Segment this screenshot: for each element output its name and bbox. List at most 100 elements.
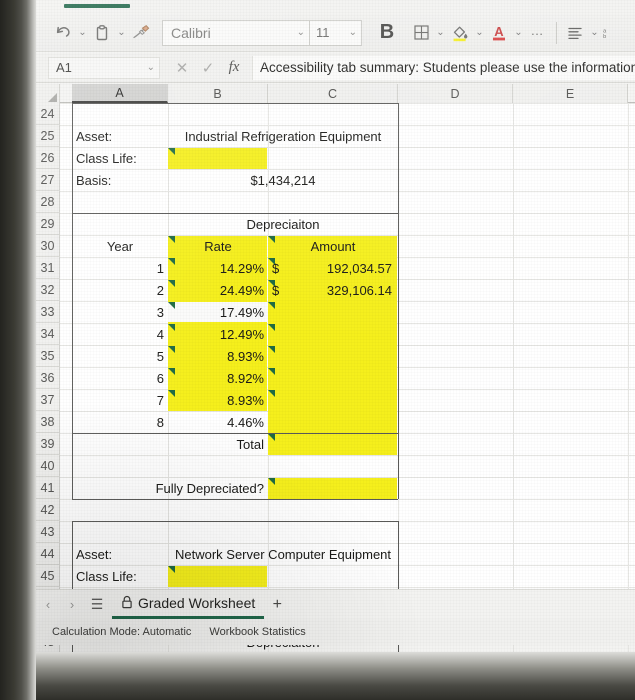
cell-b-35[interactable]: 8.93% — [168, 345, 268, 367]
row-header-34[interactable]: 34 — [36, 323, 60, 345]
comment-marker-amount[interactable] — [268, 302, 275, 309]
comment-marker-amount[interactable] — [268, 390, 275, 397]
column-header-b[interactable]: B — [168, 84, 268, 103]
cell-c2-32[interactable]: 329,106.14 — [286, 279, 396, 301]
undo-icon[interactable] — [50, 19, 76, 47]
cell-a-37[interactable]: 7 — [72, 389, 168, 411]
cell-b-27[interactable]: $1,434,214 — [168, 169, 398, 191]
row-header-43[interactable]: 43 — [36, 521, 60, 543]
cell-ab-41[interactable]: Fully Depreciated? — [72, 477, 268, 499]
cell-a-38[interactable]: 8 — [72, 411, 168, 433]
chevron-right-icon[interactable]: › — [60, 593, 84, 617]
comment-marker-amount[interactable] — [268, 368, 275, 375]
input-cell-fully-depreciated[interactable] — [268, 478, 397, 499]
row-header-33[interactable]: 33 — [36, 301, 60, 323]
font-color-dropdown-chevron[interactable]: ⌄ — [512, 19, 525, 47]
row-header-40[interactable]: 40 — [36, 455, 60, 477]
row-header-41[interactable]: 41 — [36, 477, 60, 499]
cell-a-26[interactable]: Class Life: — [72, 147, 168, 169]
sheet-tab-graded-worksheet[interactable]: Graded Worksheet — [112, 591, 265, 619]
wrap-text-icon[interactable]: ab — [601, 23, 615, 43]
row-header-27[interactable]: 27 — [36, 169, 60, 191]
column-header-e[interactable]: E — [513, 84, 628, 103]
align-dropdown-chevron[interactable]: ⌄ — [588, 19, 601, 47]
column-header-a[interactable]: A — [72, 84, 168, 103]
column-header-d[interactable]: D — [398, 84, 513, 103]
borders-grid-icon[interactable] — [408, 19, 434, 47]
cell-a-32[interactable]: 2 — [72, 279, 168, 301]
clipboard-paste-icon[interactable] — [89, 19, 115, 47]
row-header-31[interactable]: 31 — [36, 257, 60, 279]
cell-a-33[interactable]: 3 — [72, 301, 168, 323]
cell-b-38[interactable]: 4.46% — [168, 411, 268, 433]
cell-b-32[interactable]: 24.49% — [168, 279, 268, 301]
comment-marker-amount[interactable] — [268, 346, 275, 353]
input-cell-class-life-1[interactable] — [168, 148, 267, 169]
row-header-38[interactable]: 38 — [36, 411, 60, 433]
cell-a-30[interactable]: Year — [72, 235, 168, 257]
cell-b-37[interactable]: 8.93% — [168, 389, 268, 411]
cell-b-25[interactable]: Industrial Refrigeration Equipment — [168, 125, 398, 147]
input-cell-total[interactable] — [268, 434, 397, 455]
fill-color-bucket-icon[interactable] — [447, 19, 473, 47]
comment-marker-fully-depreciated[interactable] — [268, 478, 275, 485]
add-sheet-button[interactable]: + — [264, 593, 290, 617]
cell-a-35[interactable]: 5 — [72, 345, 168, 367]
row-header-30[interactable]: 30 — [36, 235, 60, 257]
cell-a-45[interactable]: Class Life: — [72, 565, 168, 587]
sheet-list-icon[interactable]: ☰ — [84, 593, 110, 617]
cell-b-36[interactable]: 8.92% — [168, 367, 268, 389]
cell-b-31[interactable]: 14.29% — [168, 257, 268, 279]
row-header-42[interactable]: 42 — [36, 499, 60, 521]
fill-color-dropdown-chevron[interactable]: ⌄ — [473, 19, 486, 47]
row-header-32[interactable]: 32 — [36, 279, 60, 301]
cell-b-30[interactable]: Rate — [168, 235, 268, 257]
cell-a-34[interactable]: 4 — [72, 323, 168, 345]
row-header-25[interactable]: 25 — [36, 125, 60, 147]
comment-marker-class-life-1[interactable] — [168, 148, 175, 155]
workbook-statistics-status[interactable]: Workbook Statistics — [209, 626, 305, 638]
select-all-corner[interactable] — [36, 84, 60, 103]
undo-dropdown-chevron[interactable]: ⌄ — [76, 19, 89, 47]
cell-a-27[interactable]: Basis: — [72, 169, 168, 191]
cell-a-36[interactable]: 6 — [72, 367, 168, 389]
row-header-37[interactable]: 37 — [36, 389, 60, 411]
cell-b-39[interactable]: Total — [168, 433, 268, 455]
row-header-29[interactable]: 29 — [36, 213, 60, 235]
row-header-35[interactable]: 35 — [36, 345, 60, 367]
cancel-x-icon[interactable]: ✕ — [170, 56, 194, 80]
comment-marker-class-life-2[interactable] — [168, 566, 175, 573]
row-header-24[interactable]: 24 — [36, 103, 60, 125]
more-options-button[interactable]: … — [525, 19, 551, 47]
align-left-icon[interactable] — [562, 19, 588, 47]
name-box[interactable]: A1 ⌄ — [48, 56, 160, 79]
function-fx-icon[interactable]: fx — [222, 56, 246, 80]
row-header-28[interactable]: 28 — [36, 191, 60, 213]
row-header-39[interactable]: 39 — [36, 433, 60, 455]
comment-marker-total[interactable] — [268, 434, 275, 441]
cell-a-44[interactable]: Asset: — [72, 543, 168, 565]
borders-dropdown-chevron[interactable]: ⌄ — [434, 19, 447, 47]
cell-c2-31[interactable]: 192,034.57 — [286, 257, 396, 279]
font-name-select[interactable]: Calibri ⌄ — [162, 19, 310, 46]
cell-c-30[interactable]: Amount — [268, 235, 398, 257]
cell-a-25[interactable]: Asset: — [72, 125, 168, 147]
cell-b-44[interactable]: Network Server Computer Equipment — [168, 543, 398, 565]
font-size-select[interactable]: 11 ⌄ — [310, 19, 362, 46]
bold-button[interactable]: B — [372, 19, 402, 47]
input-cell-class-life-2[interactable] — [168, 566, 267, 587]
row-header-26[interactable]: 26 — [36, 147, 60, 169]
cell-b-34[interactable]: 12.49% — [168, 323, 268, 345]
chevron-left-icon[interactable]: ‹ — [36, 593, 60, 617]
row-header-36[interactable]: 36 — [36, 367, 60, 389]
row-header-45[interactable]: 45 — [36, 565, 60, 587]
format-painter-icon[interactable] — [128, 19, 154, 47]
cell-b-29[interactable]: Depreciaiton — [168, 213, 398, 235]
calculation-mode-status[interactable]: Calculation Mode: Automatic — [52, 626, 191, 638]
column-header-c[interactable]: C — [268, 84, 398, 103]
cell-a-31[interactable]: 1 — [72, 257, 168, 279]
comment-marker-amount[interactable] — [268, 324, 275, 331]
row-header-44[interactable]: 44 — [36, 543, 60, 565]
enter-check-icon[interactable]: ✓ — [196, 56, 220, 80]
formula-input[interactable]: Accessibility tab summary: Students plea… — [252, 55, 635, 80]
